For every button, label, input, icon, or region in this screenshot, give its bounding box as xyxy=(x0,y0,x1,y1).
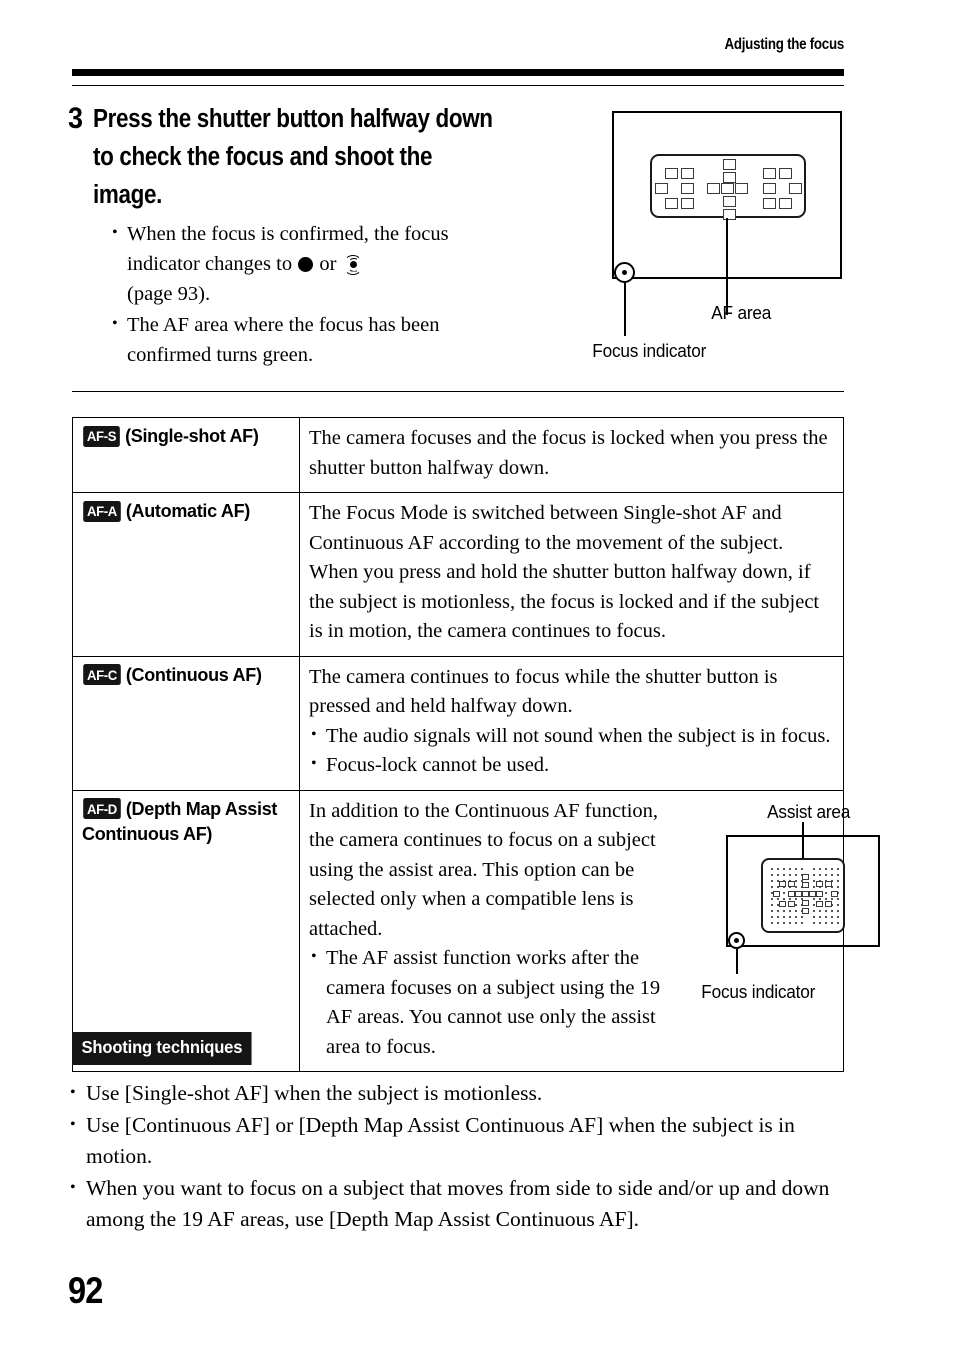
af-a-badge: AF-A xyxy=(83,500,121,522)
mode-label: (Automatic AF) xyxy=(125,501,250,521)
focus-indicator-leader-line xyxy=(624,283,626,336)
table-row: AF-C (Continuous AF) The camera continues… xyxy=(72,655,844,791)
description-paragraph: The camera continues to focus while the … xyxy=(309,665,778,718)
step-bullet-1: When the focus is confirmed, the focus i… xyxy=(110,218,510,309)
step-heading: 3 Press the shutter button halfway down … xyxy=(68,100,548,214)
mode-cell: AF-C (Continuous AF) xyxy=(72,655,300,791)
shooting-techniques-heading: Shooting techniques xyxy=(72,1032,252,1065)
technique-bullet: Use [Continuous AF] or [Depth Map Assist… xyxy=(68,1109,858,1173)
af-c-badge: AF-C xyxy=(83,664,121,685)
assist-area-label: Assist area xyxy=(767,800,851,822)
header-rule-thin xyxy=(72,85,844,87)
technique-bullet: Use [Single-shot AF] when the subject is… xyxy=(68,1077,858,1110)
step-bullet-2: The AF area where the focus has been con… xyxy=(110,309,510,370)
description-paragraph: The Focus Mode is switched between Singl… xyxy=(309,502,820,642)
step-number: 3 xyxy=(68,102,84,135)
af-s-badge: AF-S xyxy=(83,425,120,447)
step-block: 3 Press the shutter button halfway down … xyxy=(68,100,548,371)
focus-indicator-label-top: Focus indicator xyxy=(592,340,707,361)
focus-indicator-icon-top xyxy=(614,262,635,283)
description-cell: The Focus Mode is switched between Singl… xyxy=(299,492,844,657)
table-row: AF-S (Single-shot AF) The camera focuses … xyxy=(72,417,844,493)
mode-cell: AF-A (Automatic AF) xyxy=(72,492,300,657)
description-bullet: The AF assist function works after the c… xyxy=(309,942,679,1062)
focus-mode-table: AF-S (Single-shot AF) The camera focuses … xyxy=(72,417,880,1072)
af-area-label: AF area xyxy=(711,302,772,323)
step-bullet-list: When the focus is confirmed, the focus i… xyxy=(110,218,510,370)
solid-circle-focus-icon xyxy=(298,257,314,272)
mode-cell: AF-D (Depth Map Assist Continuous AF) xyxy=(72,789,300,1072)
af-d-badge: AF-D xyxy=(83,798,121,819)
af-area-leader-line xyxy=(726,218,728,315)
focus-indicator-icon-assist xyxy=(728,931,745,949)
description-cell: The camera focuses and the focus is lock… xyxy=(299,417,844,493)
flashing-focus-icon xyxy=(343,255,364,275)
focus-indicator-leader-line-assist xyxy=(736,948,738,974)
description-paragraph: The camera focuses and the focus is lock… xyxy=(309,427,828,479)
mode-label: (Single-shot AF) xyxy=(125,426,259,446)
technique-bullet: When you want to focus on a subject that… xyxy=(68,1172,858,1236)
header-rule-thick xyxy=(72,69,844,76)
step-bullet-1-middle: or xyxy=(319,253,337,275)
description-bullet: Focus-lock cannot be used. xyxy=(309,749,834,781)
step-title: Press the shutter button halfway down to… xyxy=(92,105,493,209)
focus-indicator-label-assist: Focus indicator xyxy=(701,980,816,1002)
description-bullet: The audio signals will not sound when th… xyxy=(309,720,834,752)
shooting-techniques-list: Use [Single-shot AF] when the subject is… xyxy=(68,1077,858,1236)
mode-cell: AF-S (Single-shot AF) xyxy=(72,417,300,493)
running-header: Adjusting the focus xyxy=(724,36,844,53)
step-bullet-1-after: (page 93). xyxy=(127,283,211,305)
table-row: AF-D (Depth Map Assist Continuous AF) In … xyxy=(72,789,880,1072)
description-paragraph: In addition to the Continuous AF functio… xyxy=(309,799,659,940)
table-row: AF-A (Automatic AF) The Focus Mode is swi… xyxy=(72,492,844,657)
table-top-rule xyxy=(72,391,844,393)
assist-area-box xyxy=(761,857,845,933)
description-cell: In addition to the Continuous AF functio… xyxy=(299,789,880,1072)
mode-label: (Continuous AF) xyxy=(125,664,262,685)
af-area-box-top xyxy=(650,154,806,220)
page-number: 92 xyxy=(68,1270,103,1311)
description-cell: The camera continues to focus while the … xyxy=(299,655,844,791)
step-bullet-1-before: When the focus is confirmed, the focus i… xyxy=(127,223,449,275)
